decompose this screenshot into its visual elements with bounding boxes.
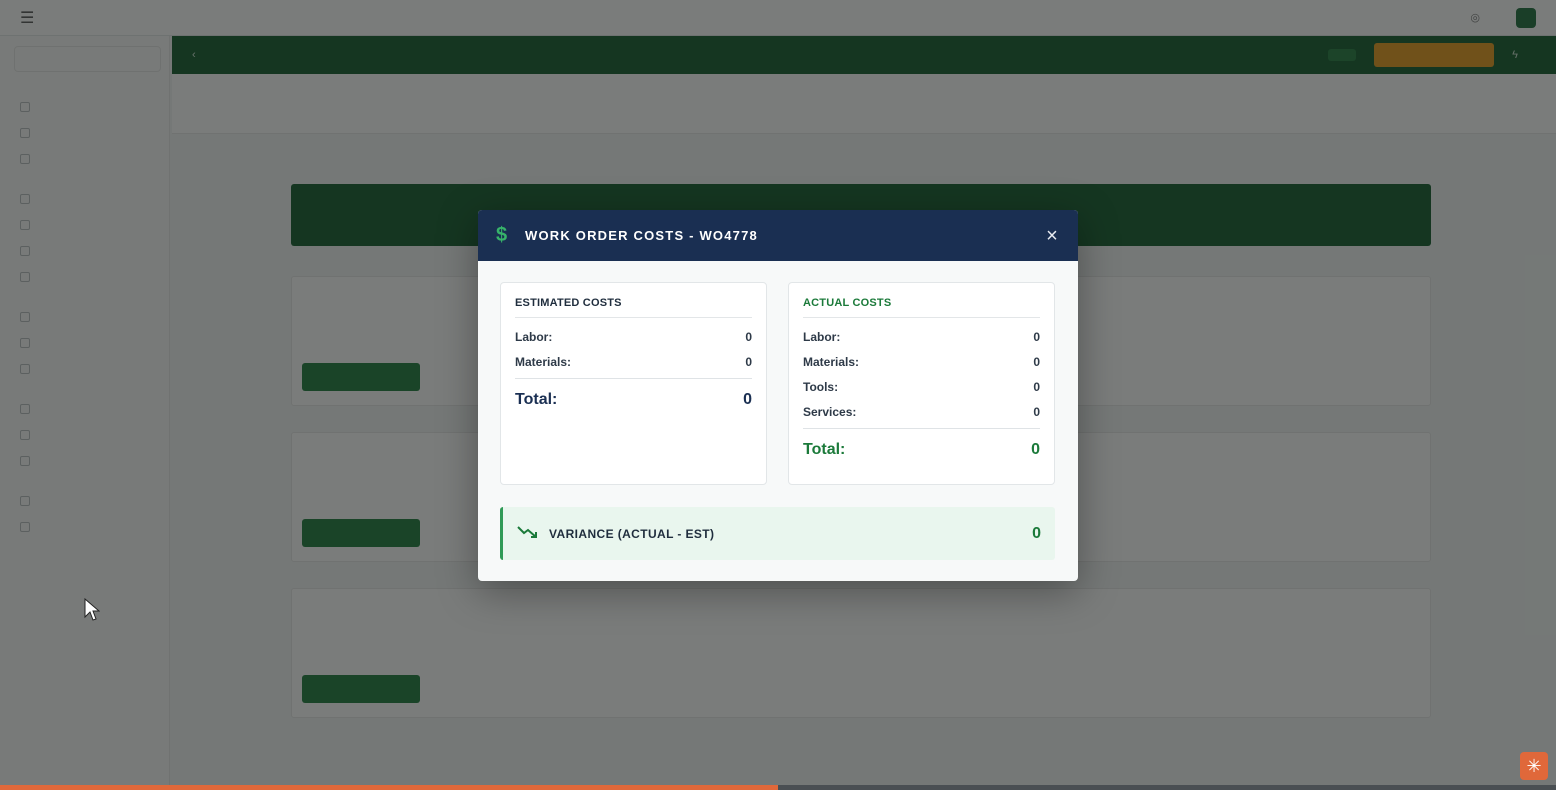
actual-costs-title: ACTUAL COSTS xyxy=(803,297,1040,318)
estimated-costs-panel: ESTIMATED COSTS Labor: 0 Materials: 0 To… xyxy=(500,282,767,485)
row-label: Materials: xyxy=(515,355,572,369)
actual-tools-row: Tools: 0 xyxy=(803,380,1040,394)
modal-header: $ WORK ORDER COSTS - WO4778 × xyxy=(478,210,1078,261)
row-value: 0 xyxy=(1033,330,1040,344)
row-label: Labor: xyxy=(803,330,841,344)
page-progress-bar xyxy=(0,785,1556,790)
total-label: Total: xyxy=(803,441,846,458)
estimated-labor-row: Labor: 0 xyxy=(515,330,752,344)
row-value: 0 xyxy=(1033,405,1040,419)
modal-title: WORK ORDER COSTS - WO4778 xyxy=(525,228,758,243)
row-value: 0 xyxy=(745,330,752,344)
dollar-icon: $ xyxy=(496,224,508,246)
variance-value: 0 xyxy=(1032,524,1041,542)
estimated-total-row: Total: 0 xyxy=(515,378,752,409)
row-label: Tools: xyxy=(803,380,839,394)
total-value: 0 xyxy=(743,391,752,408)
page-progress-fill xyxy=(0,785,778,790)
trending-down-icon xyxy=(517,525,539,542)
actual-costs-panel: ACTUAL COSTS Labor: 0 Materials: 0 Tools… xyxy=(788,282,1055,485)
sparkle-icon[interactable]: ✳ xyxy=(1520,752,1548,780)
total-label: Total: xyxy=(515,391,558,408)
variance-label: VARIANCE (ACTUAL - EST) xyxy=(549,526,715,541)
row-value: 0 xyxy=(745,355,752,369)
actual-services-row: Services: 0 xyxy=(803,405,1040,419)
variance-row: VARIANCE (ACTUAL - EST) 0 xyxy=(500,507,1055,560)
estimated-costs-title: ESTIMATED COSTS xyxy=(515,297,752,318)
estimated-materials-row: Materials: 0 xyxy=(515,355,752,369)
mouse-cursor-icon xyxy=(84,598,100,621)
row-value: 0 xyxy=(1033,355,1040,369)
work-order-costs-modal: $ WORK ORDER COSTS - WO4778 × ESTIMATED … xyxy=(478,210,1078,581)
actual-labor-row: Labor: 0 xyxy=(803,330,1040,344)
actual-materials-row: Materials: 0 xyxy=(803,355,1040,369)
close-icon[interactable]: × xyxy=(1044,226,1060,246)
row-label: Materials: xyxy=(803,355,860,369)
actual-total-row: Total: 0 xyxy=(803,428,1040,459)
row-label: Labor: xyxy=(515,330,553,344)
app-root: ☰ ◎ ‹ ϟ xyxy=(0,0,1556,790)
total-value: 0 xyxy=(1031,441,1040,458)
row-label: Services: xyxy=(803,405,857,419)
row-value: 0 xyxy=(1033,380,1040,394)
